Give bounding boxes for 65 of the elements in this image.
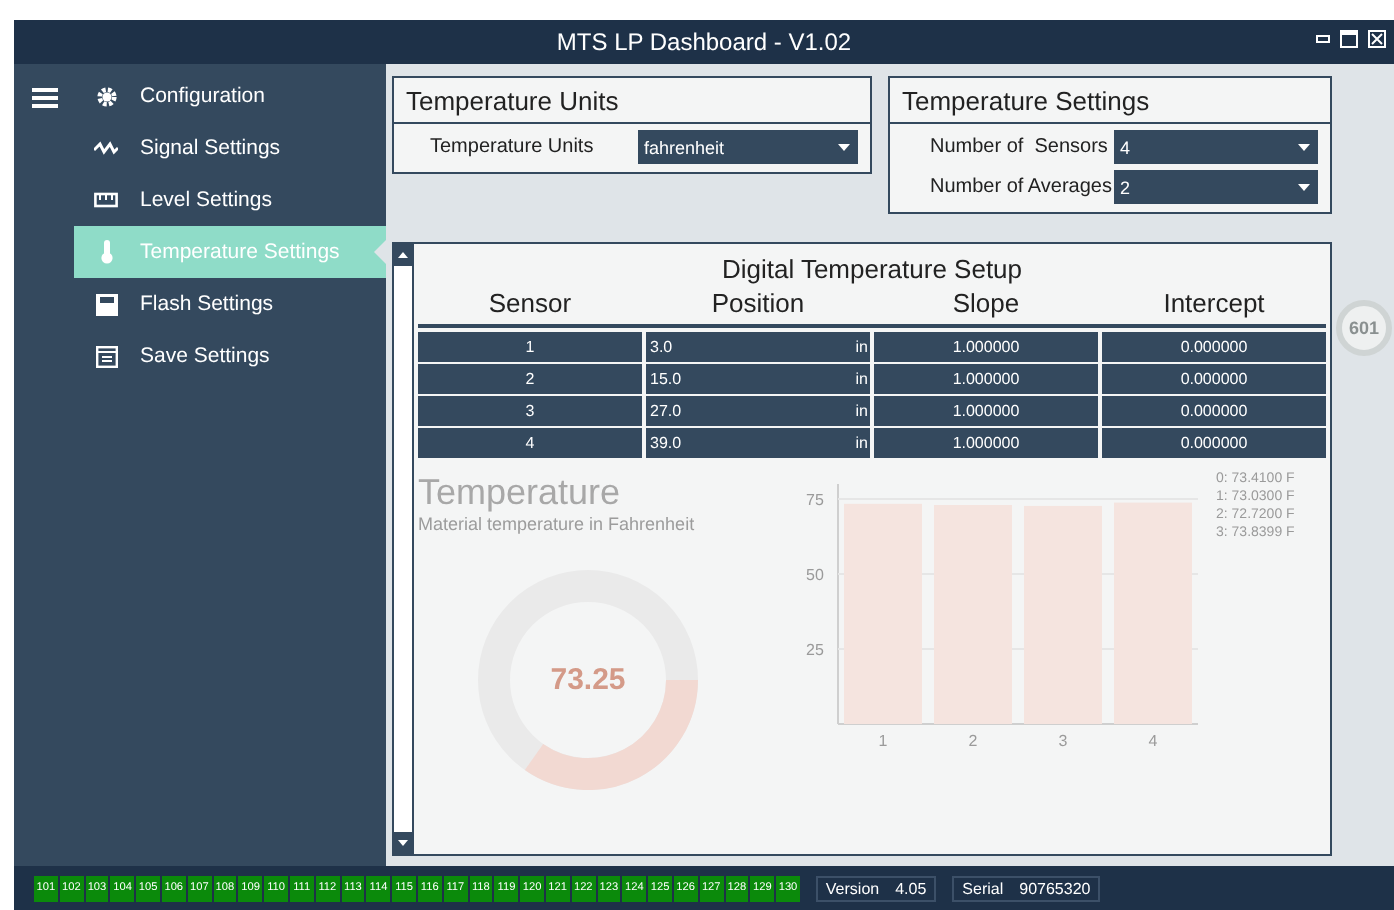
column-header: Sensor [486,288,574,318]
table-cell: 2 [418,364,642,394]
gauge-value: 73.25 [550,663,626,697]
save-icon [95,345,117,367]
y-tick-label: 75 [806,491,824,509]
field-label: Number of Sensors [930,136,1108,158]
ruler-icon [94,192,118,208]
sidebar-item[interactable]: Save Settings [74,330,386,382]
slope-field[interactable]: 1.000000 [874,364,1098,394]
scroll-up-button[interactable] [394,244,412,266]
x-tick-label: 4 [1148,732,1158,750]
slope-field[interactable]: 1.000000 [874,428,1098,458]
table-cell: 3 [418,396,642,426]
position-field[interactable]: 27.0 in [646,396,870,426]
table-cell: 4 [418,428,642,458]
card-title: Temperature [418,472,623,514]
wave-icon [94,139,118,157]
menu-icon[interactable] [31,88,57,108]
window-title: MTS LP Dashboard - V1.02 [556,28,852,56]
y-tick-label: 50 [806,566,824,584]
gear-icon [95,85,117,107]
slope-field[interactable]: 1.000000 [874,396,1098,426]
caret-icon [1298,143,1310,151]
column-header: Intercept [1161,288,1267,318]
intercept-field[interactable]: 0.000000 [1102,396,1326,426]
position-field[interactable]: 39.0 in [646,428,870,458]
version-display: Version 4.05 [815,875,937,901]
count-badge: 601 [1336,300,1392,356]
sidebar-item[interactable]: Flash Settings [74,278,386,330]
chip-icon [95,293,117,315]
intercept-field[interactable]: 0.000000 [1102,332,1326,362]
units-dropdown[interactable]: fahrenheit [638,130,858,164]
card-subtitle: Material temperature in Fahrenheit [418,514,697,534]
close-icon[interactable] [1368,30,1386,48]
serial-display: Serial 90765320 [952,875,1101,901]
x-tick-label: 3 [1058,732,1068,750]
up-arrow-icon [398,252,408,258]
x-tick-label: 2 [968,732,978,750]
section-title: Digital Temperature Setup [719,252,1025,288]
scroll-down-button[interactable] [394,832,412,854]
number-dropdown[interactable]: 2 [1114,170,1318,204]
column-header: Slope [950,288,1022,318]
sidebar-item[interactable]: Level Settings [74,174,386,226]
y-tick-label: 25 [806,641,824,659]
caret-icon [838,143,850,151]
down-arrow-icon [398,840,408,846]
thermometer-icon [99,240,113,264]
column-header: Position [709,288,807,318]
sidebar-item[interactable]: Signal Settings [74,122,386,174]
field-label: Number of Averages [930,176,1112,198]
intercept-field[interactable]: 0.000000 [1102,428,1326,458]
position-field[interactable]: 15.0 in [646,364,870,394]
number-dropdown[interactable]: 4 [1114,130,1318,164]
intercept-field[interactable]: 0.000000 [1102,364,1326,394]
minimize-icon[interactable] [1316,30,1330,48]
panel-title: Temperature Units [394,78,870,124]
caret-icon [1298,183,1310,191]
maximize-icon[interactable] [1340,30,1358,48]
field-label: Temperature Units [430,136,594,158]
panel-title: Temperature Settings [890,78,1330,124]
slope-field[interactable]: 1.000000 [874,332,1098,362]
sidebar-item[interactable]: Configuration [74,70,386,122]
table-cell: 1 [418,332,642,362]
position-field[interactable]: 3.0 in [646,332,870,362]
x-tick-label: 1 [878,732,888,750]
